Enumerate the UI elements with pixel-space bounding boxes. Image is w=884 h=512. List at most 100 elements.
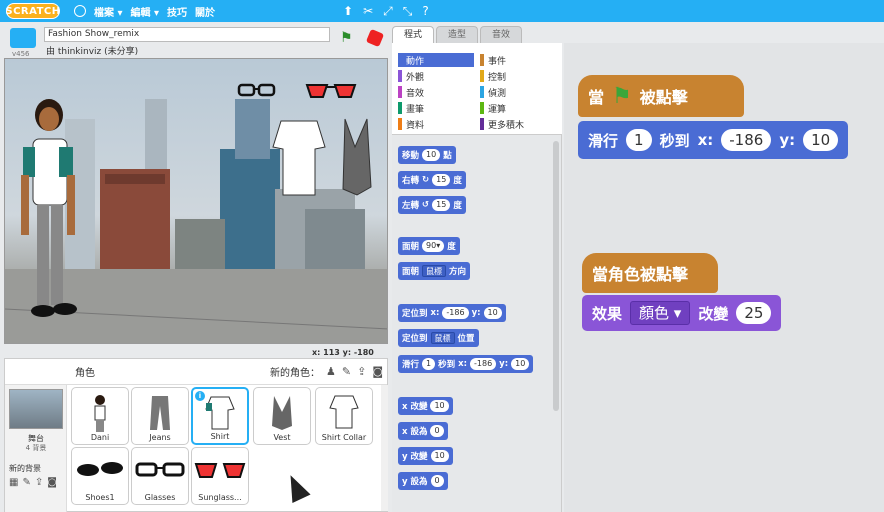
editor-tabs: 程式 造型 音效 [392,26,522,43]
stop-icon[interactable] [365,28,385,48]
when-sprite-clicked-block[interactable]: 當角色被點擊 [582,253,718,293]
block-input[interactable]: 10 [430,450,449,462]
category-more-blocks[interactable]: 更多積木 [480,117,556,131]
block-input[interactable]: 1 [626,129,652,151]
camera-icon[interactable]: ◙ [372,365,383,378]
block-point-towards[interactable]: 面朝 鼠標 方向 [398,262,471,280]
paint-icon[interactable]: ✎ [342,365,351,378]
block-change-x[interactable]: x 改變 10 [398,397,453,415]
block-input[interactable]: 15 [432,174,451,186]
category-label: 事件 [488,56,507,67]
block-glide[interactable]: 滑行 1 秒到 x: -186 y: 10 [398,355,534,373]
cut-icon[interactable]: ✂ [363,4,373,18]
category-operators[interactable]: 運算 [480,101,556,115]
upload-icon[interactable]: ⇪ [357,365,366,378]
when-flag-clicked-block[interactable]: 當 ⚑ 被點擊 [578,75,744,117]
sprite-tile-dani[interactable]: Dani [71,387,129,445]
category-motion[interactable]: 動作 [398,53,474,67]
block-turn-right[interactable]: 右轉 ↻ 15 度 [398,171,466,189]
sprite-tile-shoes1[interactable]: Shoes1 [71,447,129,505]
glide-block[interactable]: 滑行 1 秒到 x: -186 y: 10 [578,121,849,159]
block-input[interactable]: 10 [803,129,839,151]
backdrop-upload-icon[interactable]: ⇪ [35,477,43,488]
project-title-input[interactable]: Fashion Show_remix [44,27,330,42]
change-effect-block[interactable]: 效果 顏色 ▾ 改變 25 [582,295,782,331]
block-set-x[interactable]: x 設為 0 [398,422,448,440]
tab-scripts[interactable]: 程式 [392,26,434,43]
block-text: 移動 [402,151,420,161]
block-input[interactable]: 0 [430,475,444,487]
sprite-tile-glasses[interactable]: Glasses [131,447,189,505]
block-dropdown[interactable]: 鼠標 [430,332,455,344]
block-input[interactable]: 10 [511,358,530,370]
block-input[interactable]: 90▾ [422,240,445,252]
info-icon[interactable]: i [195,391,205,401]
backdrop-column[interactable]: 舞台 4 背景 新的背景 ▦ ✎ ⇪ ◙ [5,385,67,512]
block-input[interactable]: 25 [736,302,772,324]
block-point-direction[interactable]: 面朝 90▾ 度 [398,237,460,255]
palette-scrollbar[interactable] [553,141,559,411]
category-data[interactable]: 資料 [398,117,474,131]
shirt-sprite[interactable] [271,117,327,197]
category-control[interactable]: 控制 [480,69,556,83]
sprite-tile-vest[interactable]: Vest [253,387,311,445]
block-input[interactable]: 10 [430,400,449,412]
block-input[interactable]: 15 [432,199,451,211]
grow-icon[interactable]: ⤢ [383,4,393,19]
duplicate-stamp-icon[interactable]: ⬆ [343,4,353,18]
block-goto-xy[interactable]: 定位到 x: -186 y: 10 [398,304,506,322]
vest-sprite[interactable] [339,117,373,197]
block-set-y[interactable]: y 設為 0 [398,472,448,490]
category-sound[interactable]: 音效 [398,85,474,99]
block-input[interactable]: -186 [470,358,497,370]
sprite-tile-jeans[interactable]: Jeans [131,387,189,445]
category-sensing[interactable]: 偵測 [480,85,556,99]
block-input[interactable]: 0 [430,425,444,437]
backdrop-thumbnail[interactable] [9,389,63,429]
script-area[interactable]: 當 ⚑ 被點擊 滑行 1 秒到 x: -186 y: 10 當角色被點擊 效果 … [564,43,884,512]
block-input[interactable]: 1 [422,358,436,370]
tab-sounds[interactable]: 音效 [480,26,522,43]
sprite-library-icon[interactable]: ♟ [326,365,336,378]
block-turn-left[interactable]: 左轉 ↺ 15 度 [398,196,466,214]
block-change-y[interactable]: y 改變 10 [398,447,453,465]
block-input[interactable]: 10 [483,307,502,319]
block-input[interactable]: -186 [721,129,772,151]
globe-icon[interactable] [74,5,86,17]
block-input[interactable]: 10 [422,149,441,161]
backdrop-library-icon[interactable]: ▦ [9,477,18,488]
scratch-logo[interactable]: SCRATCH [5,3,60,19]
tab-costumes[interactable]: 造型 [436,26,478,43]
glasses-sprite[interactable] [237,81,277,99]
sprite-tile-sunglasses[interactable]: Sunglass... [191,447,249,505]
menu-about[interactable]: 關於 [195,4,215,19]
sprites-scrollbar[interactable] [381,385,388,511]
block-dropdown[interactable]: 鼠標 [422,265,447,277]
backdrop-camera-icon[interactable]: ◙ [47,477,57,488]
shrink-icon[interactable]: ⤡ [403,4,413,19]
stage-canvas[interactable] [4,58,388,344]
block-text: 右轉 [402,176,420,186]
category-label: 畫筆 [406,104,425,115]
category-looks[interactable]: 外觀 [398,69,474,83]
category-events[interactable]: 事件 [480,53,556,67]
color-swatch [398,102,402,114]
help-icon[interactable]: ? [422,4,428,18]
block-input[interactable]: -186 [442,307,469,319]
block-move-steps[interactable]: 移動 10 點 [398,146,456,164]
sprite-tile-shirt[interactable]: i Shirt [191,387,249,445]
category-pen[interactable]: 畫筆 [398,101,474,115]
menu-edit[interactable]: 編輯 ▾ [131,4,160,19]
stage-mode-icon[interactable] [10,28,36,48]
green-flag-icon[interactable]: ⚑ [340,30,353,46]
menu-file[interactable]: 檔案 ▾ [94,4,123,19]
effect-dropdown[interactable]: 顏色 ▾ [630,301,691,325]
backdrop-paint-icon[interactable]: ✎ [22,477,30,488]
sunglasses-sprite[interactable] [305,81,357,101]
menu-tips[interactable]: 技巧 [167,4,187,19]
block-goto[interactable]: 定位到 鼠標 位置 [398,329,479,347]
sprite-tile-shirt-collar[interactable]: Shirt Collar [315,387,373,445]
block-text: 方向 [449,267,467,277]
dani-sprite[interactable] [9,97,79,327]
category-label: 動作 [406,56,425,67]
